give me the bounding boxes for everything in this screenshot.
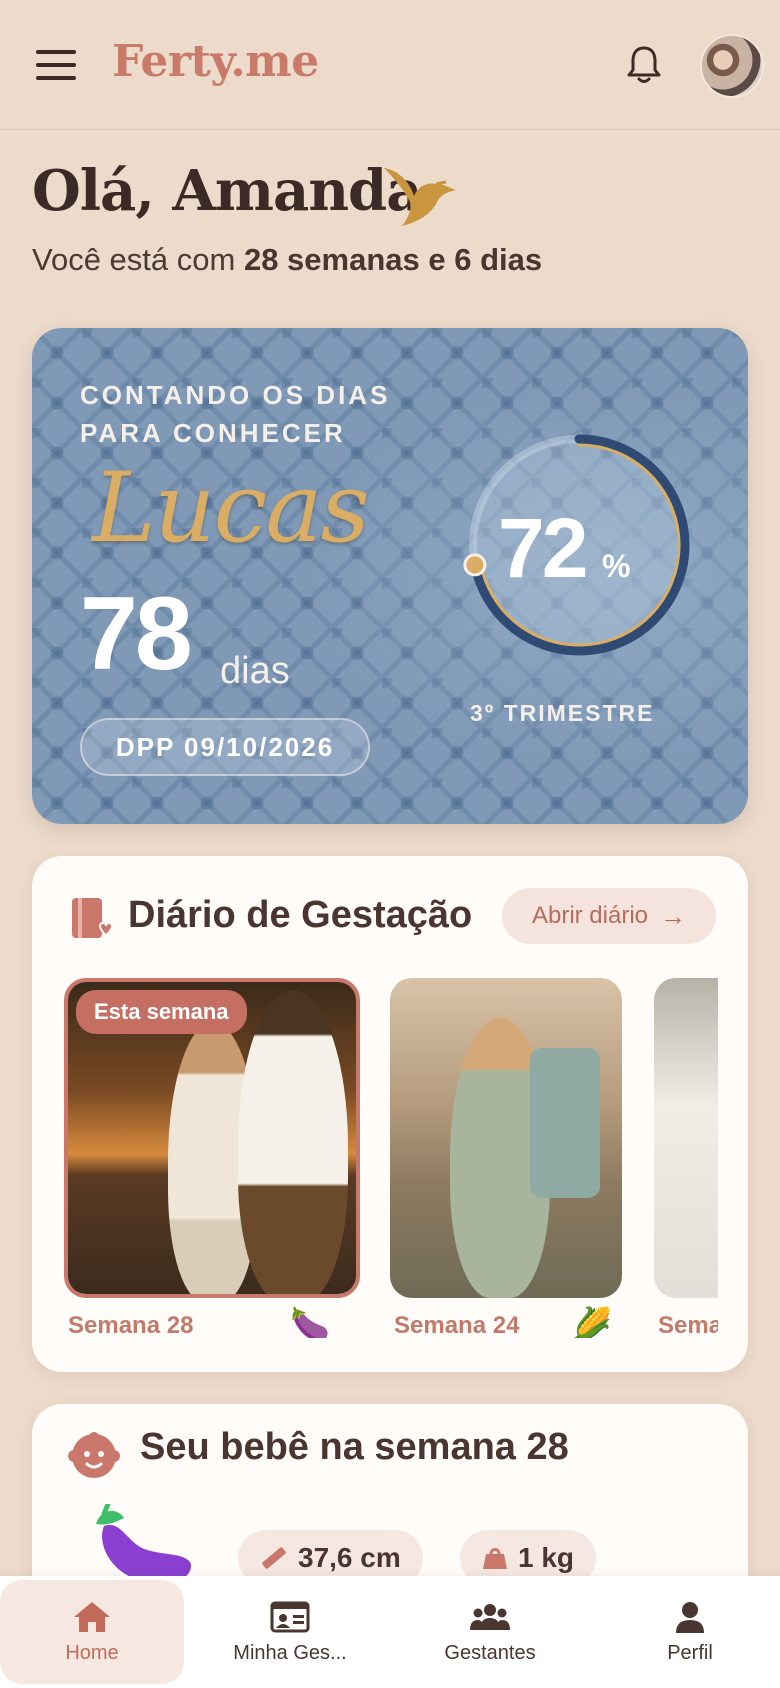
current-week-badge: Esta semana xyxy=(76,990,247,1034)
open-diary-label: Abrir diário xyxy=(531,902,649,929)
nav-home[interactable]: Home xyxy=(0,1580,184,1684)
diary-entry-week-28[interactable]: Esta semana xyxy=(64,978,360,1298)
pregnancy-week-summary: Você está com 28 semanas e 6 dias xyxy=(32,242,543,277)
diary-entry-label: Semana 24 xyxy=(394,1312,520,1338)
nav-my-pregnancy[interactable]: Minha Ges... xyxy=(200,1576,380,1688)
diary-entry-week-24[interactable] xyxy=(390,978,622,1298)
countdown-heading: CONTANDO OS DIAS PARA CONHECER xyxy=(80,380,391,448)
diary-entry-label: Sema xyxy=(658,1312,718,1338)
eggplant-icon: 🍆 xyxy=(290,1306,330,1338)
baby-length-value: 37,6 cm xyxy=(298,1542,401,1573)
weight-icon xyxy=(483,1548,507,1569)
days-label: dias xyxy=(220,650,290,692)
corn-icon: 🌽 xyxy=(572,1306,612,1338)
countdown-card[interactable]: CONTANDO OS DIAS PARA CONHECER Lucas 78 … xyxy=(32,328,748,824)
diary-photo xyxy=(390,978,622,1298)
days-remaining: 78 xyxy=(80,576,193,692)
diary-carousel[interactable]: Esta semana Semana 28 🍆 Semana 24 🌽 Sema xyxy=(64,978,718,1338)
bell-icon[interactable] xyxy=(624,44,664,86)
eggplant-icon xyxy=(96,1504,191,1584)
open-diary-button[interactable]: Abrir diário → xyxy=(502,888,716,944)
baby-weight-value: 1 kg xyxy=(518,1542,575,1573)
nav-pregnant-women[interactable]: Gestantes xyxy=(400,1576,580,1688)
diary-book-icon xyxy=(72,898,112,938)
baby-face-icon xyxy=(68,1432,120,1478)
nav-pregnant-women-label: Gestantes xyxy=(444,1641,536,1664)
nav-home-label: Home xyxy=(65,1641,119,1664)
nav-profile-label: Perfil xyxy=(667,1641,713,1664)
app-header: Ferty.me xyxy=(0,0,780,130)
user-avatar[interactable] xyxy=(700,34,764,98)
baby-name: Lucas xyxy=(92,452,370,564)
diary-entry-partial[interactable] xyxy=(654,978,718,1298)
brand-logo[interactable]: Ferty.me xyxy=(112,36,319,87)
progress-unit: % xyxy=(602,548,631,584)
nav-my-pregnancy-label: Minha Ges... xyxy=(233,1641,347,1664)
pregnancy-diary-card: Diário de Gestação Abrir diário → Esta s… xyxy=(32,856,748,1372)
home-icon xyxy=(74,1601,110,1632)
id-card-icon xyxy=(270,1601,310,1632)
diary-photo xyxy=(654,978,718,1298)
bottom-navigation: Home Minha Ges... Gestantes Perfil xyxy=(0,1576,780,1688)
ruler-icon xyxy=(262,1547,286,1569)
diary-title: Diário de Gestação xyxy=(128,894,473,936)
arrow-right-icon: → xyxy=(660,900,687,931)
baby-week-title: Seu bebê na semana 28 xyxy=(140,1426,569,1468)
due-date-pill: DPP 09/10/2026 xyxy=(80,718,370,776)
diary-entry-label: Semana 28 xyxy=(68,1312,194,1338)
nav-profile[interactable]: Perfil xyxy=(600,1576,780,1688)
progress-value: 72 xyxy=(498,501,588,595)
trimester-label: 3º TRIMESTRE xyxy=(470,700,655,726)
hamburger-menu-icon[interactable] xyxy=(36,50,76,80)
person-icon xyxy=(676,1601,704,1633)
hummingbird-icon xyxy=(384,168,456,226)
greeting-title: Olá, Amanda xyxy=(32,158,422,224)
group-icon xyxy=(470,1603,510,1630)
